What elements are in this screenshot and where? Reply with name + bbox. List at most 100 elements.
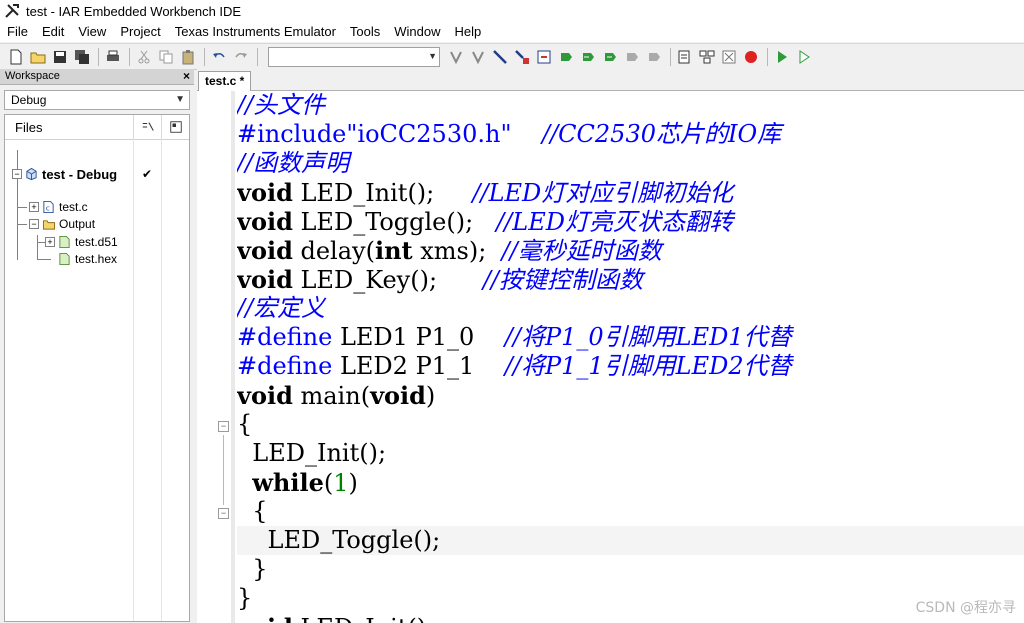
navigate-back-icon[interactable] bbox=[622, 47, 642, 67]
save-icon[interactable] bbox=[50, 47, 70, 67]
editor-gutter[interactable] bbox=[197, 91, 231, 623]
tree-item-label: test.d51 bbox=[75, 235, 118, 249]
code-area[interactable]: //头文件 #include"ioCC2530.h" //CC2530芯片的IO… bbox=[237, 91, 1024, 623]
make-icon[interactable] bbox=[697, 47, 717, 67]
paste-icon[interactable] bbox=[178, 47, 198, 67]
fold-line bbox=[223, 435, 224, 505]
project-cube-icon bbox=[25, 167, 38, 181]
chevron-down-icon[interactable]: ▼ bbox=[175, 91, 185, 109]
workspace-title: Workspace bbox=[5, 70, 60, 82]
code-line: void LED_Toggle(); //LED灯亮灭状态翻转 bbox=[237, 207, 733, 236]
stop-build-icon[interactable] bbox=[719, 47, 739, 67]
navigate-forward-icon[interactable] bbox=[644, 47, 664, 67]
breakpoint-icon[interactable] bbox=[741, 47, 761, 67]
compile-icon[interactable] bbox=[675, 47, 695, 67]
code-comment: //毫秒延时函数 bbox=[501, 237, 662, 265]
goto-icon[interactable] bbox=[534, 47, 554, 67]
open-folder-icon[interactable] bbox=[28, 47, 48, 67]
configuration-value: Debug bbox=[11, 93, 47, 107]
tree-item-test-hex[interactable]: test.hex bbox=[5, 251, 189, 268]
cut-icon[interactable] bbox=[134, 47, 154, 67]
toolbar-separator bbox=[204, 47, 205, 66]
menu-edit[interactable]: Edit bbox=[35, 22, 71, 42]
debug-download-icon[interactable] bbox=[772, 47, 792, 67]
iar-app-icon[interactable] bbox=[4, 3, 20, 19]
expand-icon[interactable]: + bbox=[45, 237, 55, 247]
replace-icon[interactable] bbox=[512, 47, 532, 67]
code-comment: //按键控制函数 bbox=[482, 266, 643, 294]
toggle-bookmark-icon[interactable] bbox=[556, 47, 576, 67]
redo-icon[interactable] bbox=[231, 47, 251, 67]
copy-icon[interactable] bbox=[156, 47, 176, 67]
menu-tools[interactable]: Tools bbox=[343, 22, 387, 42]
code-line: LED_Init(); bbox=[237, 439, 387, 467]
save-all-icon[interactable] bbox=[72, 47, 92, 67]
toolbar-separator bbox=[129, 47, 130, 66]
code-line: void LED_Init(); //LED灯对应引脚初始化 bbox=[237, 178, 734, 207]
output-file-icon bbox=[58, 252, 71, 266]
code-comment: //LED灯对应引脚初始化 bbox=[472, 179, 734, 207]
find-prev-icon[interactable] bbox=[468, 47, 488, 67]
code-line: #define LED2 P1_1 //将P1_1引脚用LED2代替 bbox=[237, 352, 792, 380]
compile-status-column-icon[interactable] bbox=[133, 115, 162, 139]
print-icon[interactable] bbox=[103, 47, 123, 67]
options-column-icon[interactable] bbox=[161, 115, 190, 139]
workspace-header: Workspace × bbox=[0, 69, 194, 85]
menu-window[interactable]: Window bbox=[387, 22, 447, 42]
folder-icon bbox=[42, 218, 56, 232]
menu-file[interactable]: File bbox=[0, 22, 35, 42]
file-tree-header: Files bbox=[5, 115, 189, 140]
code-line: { bbox=[237, 410, 253, 438]
tree-project-row[interactable]: − test - Debug ✔ bbox=[5, 166, 189, 183]
collapse-icon[interactable]: − bbox=[29, 219, 39, 229]
code-line: LED_Toggle(); bbox=[237, 526, 441, 554]
find-combo[interactable]: ▼ bbox=[268, 46, 440, 67]
menu-project[interactable]: Project bbox=[113, 22, 167, 42]
prev-bookmark-icon[interactable] bbox=[578, 47, 598, 67]
menu-view[interactable]: View bbox=[71, 22, 113, 42]
code-line: void main(void) bbox=[237, 381, 436, 410]
fold-collapse-icon[interactable]: − bbox=[218, 421, 229, 432]
code-directive: #include"ioCC2530.h" bbox=[237, 120, 512, 148]
project-name: test - Debug bbox=[42, 167, 118, 182]
tab-test-c[interactable]: test.c * bbox=[198, 71, 252, 91]
code-line: void LED_Init() bbox=[237, 613, 426, 623]
fold-collapse-icon[interactable]: − bbox=[218, 508, 229, 519]
find-in-files-icon[interactable] bbox=[490, 47, 510, 67]
tree-item-test-c[interactable]: + c test.c bbox=[5, 199, 189, 216]
toolbar-separator bbox=[257, 47, 258, 66]
find-next-icon[interactable] bbox=[446, 47, 466, 67]
editor-pane: test.c * − − //头文件 #include"ioCC2530.h" … bbox=[197, 69, 1024, 623]
code-line: //宏定义 bbox=[237, 294, 326, 322]
menu-ti-emulator[interactable]: Texas Instruments Emulator bbox=[168, 22, 343, 42]
new-file-icon[interactable] bbox=[6, 47, 26, 67]
expand-icon[interactable]: + bbox=[29, 202, 39, 212]
window-title: test - IAR Embedded Workbench IDE bbox=[26, 3, 242, 19]
collapse-icon[interactable]: − bbox=[12, 169, 22, 179]
tree-item-output[interactable]: − Output bbox=[5, 216, 189, 233]
next-bookmark-icon[interactable] bbox=[600, 47, 620, 67]
fold-margin bbox=[231, 91, 235, 623]
tree-item-label: test.c bbox=[59, 200, 88, 214]
tree-item-test-d51[interactable]: + test.d51 bbox=[5, 234, 189, 251]
close-icon[interactable]: × bbox=[183, 69, 190, 84]
chevron-down-icon[interactable]: ▼ bbox=[428, 51, 437, 61]
configuration-select[interactable]: Debug ▼ bbox=[4, 90, 190, 110]
code-line: } bbox=[237, 584, 253, 612]
menu-help[interactable]: Help bbox=[448, 22, 489, 42]
toolbar-separator bbox=[767, 47, 768, 66]
code-line: } bbox=[237, 555, 268, 583]
undo-icon[interactable] bbox=[209, 47, 229, 67]
code-comment: //LED灯亮灭状态翻转 bbox=[496, 208, 733, 236]
code-line: void delay(int xms); //毫秒延时函数 bbox=[237, 236, 662, 265]
main-toolbar: ▼ bbox=[0, 43, 1024, 70]
watermark: CSDN @程亦寻 bbox=[915, 600, 1016, 616]
editor-tab-bar: test.c * bbox=[197, 69, 1024, 91]
files-column-header[interactable]: Files bbox=[15, 120, 42, 135]
menu-bar: File Edit View Project Texas Instruments… bbox=[0, 22, 1024, 42]
tree-item-label: Output bbox=[59, 217, 96, 231]
debug-without-download-icon[interactable] bbox=[794, 47, 814, 67]
toolbar-separator bbox=[98, 47, 99, 66]
code-comment: //将P1_0引脚用LED1代替 bbox=[504, 323, 792, 351]
code-line: #define LED1 P1_0 //将P1_0引脚用LED1代替 bbox=[237, 323, 792, 351]
